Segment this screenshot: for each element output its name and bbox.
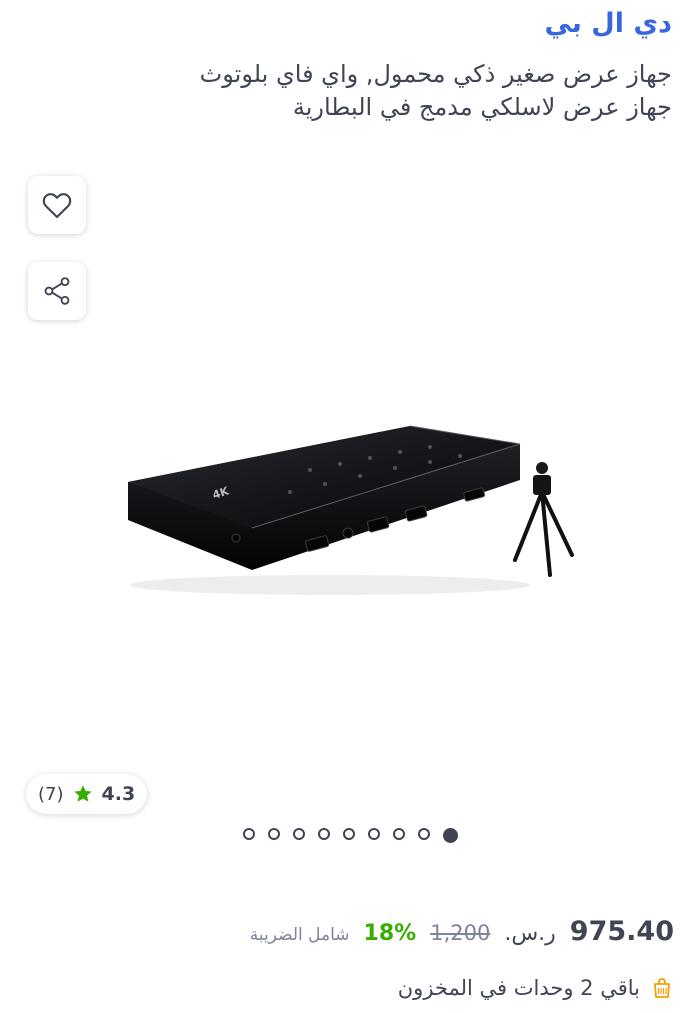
carousel-dots [0,828,700,843]
share-button[interactable] [28,262,86,320]
product-image[interactable]: 4K [110,420,590,600]
carousel-dot[interactable] [392,828,405,840]
price-value: 975.40 [569,916,674,947]
rating-badge[interactable]: (7) 4.3 [26,774,148,814]
product-title: جهاز عرض صغير ذكي محمول, واي فاي بلوتوث … [32,58,672,124]
carousel-dot[interactable] [267,828,280,840]
product-title-line-1: جهاز عرض صغير ذكي محمول, واي فاي بلوتوث [199,60,672,88]
discount-badge: 18% [363,921,417,946]
carousel-dot[interactable] [367,828,380,840]
heart-icon [42,193,72,219]
tax-note: شامل الضريبة [249,925,350,945]
share-icon [44,277,70,305]
carousel-dot[interactable] [442,828,458,843]
price-currency: ر.س. [504,921,556,946]
carousel-dot[interactable] [292,828,305,840]
stock-status: باقي 2 وحدات في المخزون [398,976,674,1000]
star-icon [73,785,92,802]
rating-count: (7) [38,783,64,805]
old-price: 1,200 [430,921,491,945]
carousel-dot[interactable] [342,828,355,840]
carousel-dot[interactable] [242,828,255,840]
rating-value: 4.3 [101,783,136,805]
shopping-bag-icon [654,978,670,998]
carousel-dot[interactable] [317,828,330,840]
wishlist-button[interactable] [28,176,86,234]
brand-link[interactable]: دي ال بي [544,8,672,39]
product-title-line-2: جهاز عرض لاسلكي مدمج في البطارية [292,93,672,121]
stock-text: باقي 2 وحدات في المخزون [397,976,640,1000]
price-row: 975.40 ر.س. 1,200 18% شامل الضريبة [250,916,674,947]
carousel-dot[interactable] [417,828,430,840]
